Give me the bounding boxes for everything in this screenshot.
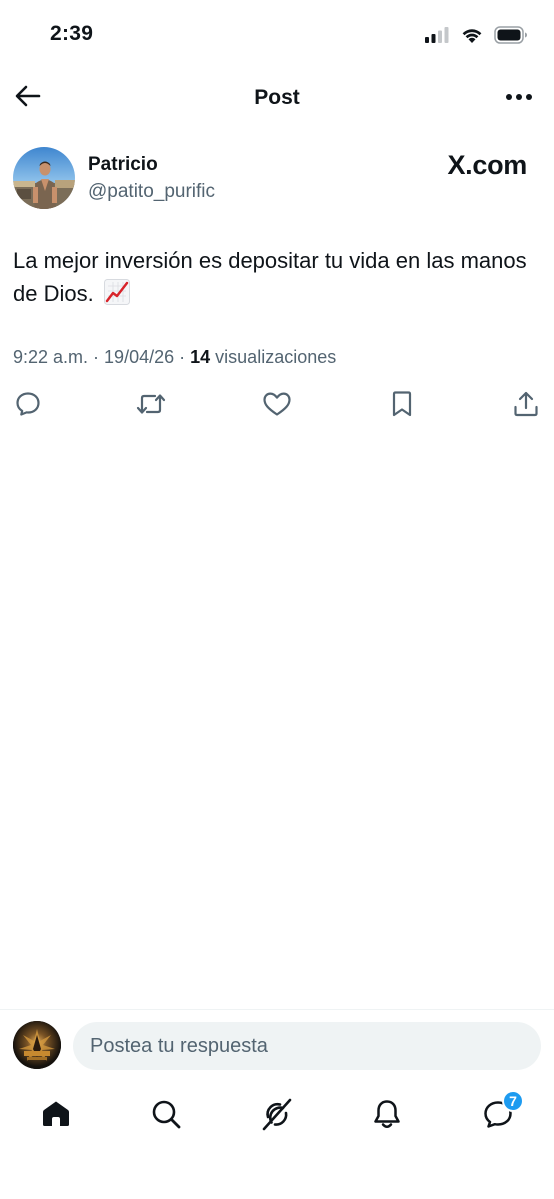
- reply-placeholder: Postea tu respuesta: [90, 1034, 268, 1057]
- user-avatar[interactable]: [13, 1021, 61, 1069]
- messages-badge: 7: [502, 1090, 524, 1112]
- tab-notifications[interactable]: [365, 1092, 409, 1140]
- bookmark-button[interactable]: [386, 390, 418, 422]
- post-body: La mejor inversión es depositar tu vida …: [13, 248, 527, 306]
- wifi-icon: [460, 26, 484, 49]
- post-actions: [0, 390, 554, 426]
- meta-separator: ·: [174, 347, 191, 367]
- chart-increasing-emoji: [103, 279, 130, 314]
- reply-input[interactable]: Postea tu respuesta: [73, 1022, 541, 1070]
- more-options-button[interactable]: [502, 82, 536, 112]
- bottom-tab-bar: 7: [0, 1090, 554, 1142]
- views-label: visualizaciones: [215, 347, 337, 367]
- retweet-button[interactable]: [135, 390, 167, 422]
- tab-messages[interactable]: 7: [476, 1090, 524, 1140]
- battery-icon: [494, 26, 528, 49]
- reply-divider: [0, 1009, 554, 1010]
- retweet-icon: [135, 390, 167, 423]
- author-name[interactable]: Patricio: [88, 154, 158, 176]
- notifications-icon: [372, 1098, 402, 1135]
- reply-button[interactable]: [12, 390, 44, 422]
- like-icon: [262, 390, 292, 423]
- status-time: 2:39: [50, 22, 94, 45]
- home-icon: [40, 1098, 72, 1135]
- reply-icon: [14, 390, 42, 423]
- share-button[interactable]: [510, 390, 542, 422]
- status-icons: [424, 26, 528, 49]
- tab-search[interactable]: [144, 1092, 188, 1140]
- views-count: 14: [190, 347, 211, 367]
- share-icon: [512, 390, 540, 423]
- post-meta: 9:22 a.m. · 19/04/26 · 14 visualizacione…: [13, 347, 336, 368]
- post-time[interactable]: 9:22 a.m.: [13, 347, 88, 367]
- author-handle[interactable]: @patito_purific: [88, 181, 215, 203]
- bookmark-icon: [390, 390, 414, 423]
- x-logo-icon: X.com: [447, 150, 527, 180]
- tab-home[interactable]: [34, 1092, 78, 1140]
- status-bar: 2:39: [0, 0, 554, 70]
- grok-icon: [258, 1096, 294, 1137]
- meta-separator: ·: [88, 347, 105, 367]
- nav-header: Post: [0, 70, 554, 126]
- more-horizontal-icon: [505, 88, 533, 106]
- search-icon: [150, 1098, 182, 1135]
- x-com-logo: X.com: [447, 150, 527, 181]
- tab-grok[interactable]: [254, 1092, 298, 1140]
- author-avatar[interactable]: [13, 147, 75, 209]
- post-date[interactable]: 19/04/26: [104, 347, 174, 367]
- cellular-signal-icon: [424, 27, 450, 48]
- like-button[interactable]: [261, 390, 293, 422]
- page-title: Post: [254, 86, 300, 109]
- post-text: La mejor inversión es depositar tu vida …: [13, 244, 533, 314]
